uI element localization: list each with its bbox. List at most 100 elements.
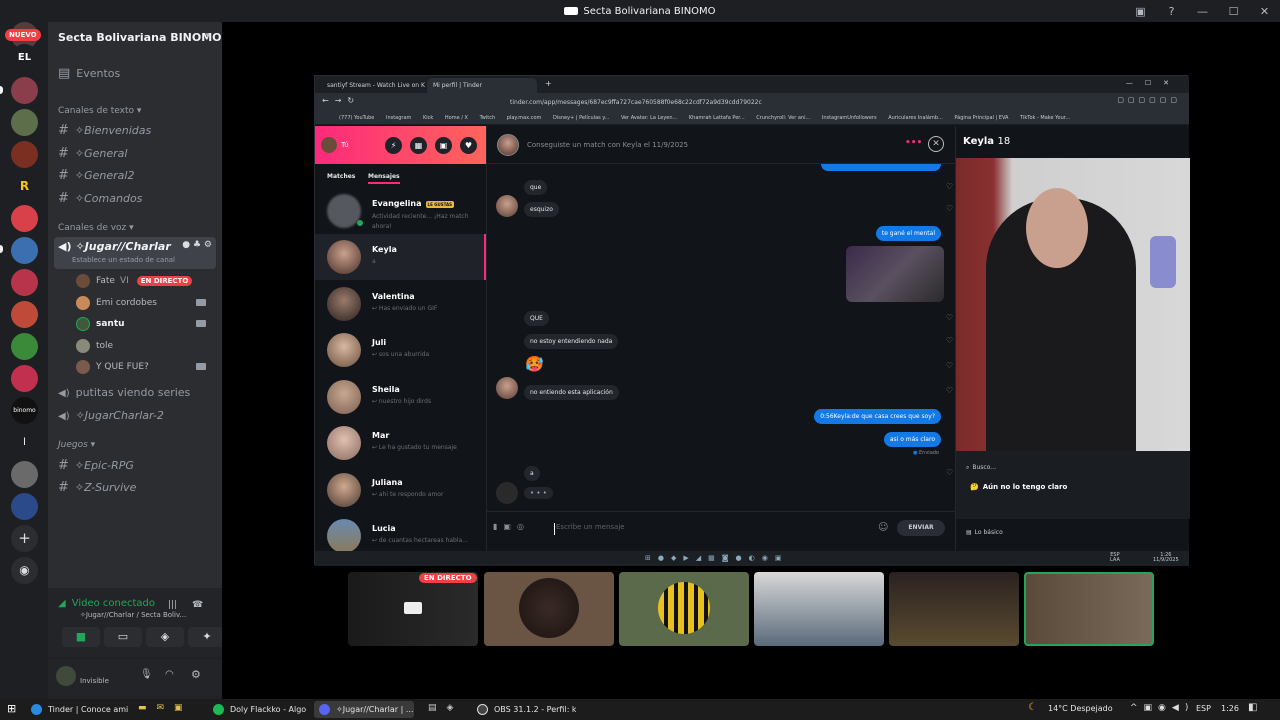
send-button[interactable]: ENVIAR xyxy=(897,520,945,536)
channel-epic-rpg[interactable]: # ✧Epic-RPG xyxy=(58,458,134,473)
explore-icon[interactable]: ▦ xyxy=(410,137,427,154)
server-binomo[interactable]: binomo xyxy=(11,397,38,424)
voice-channel[interactable]: ◀) putitas viendo series xyxy=(58,386,190,399)
activity-button[interactable]: ◈ xyxy=(146,627,184,647)
voice-channel-link[interactable]: ✧Jugar//Charlar / Secta Boliv... xyxy=(80,611,186,619)
games-category[interactable]: Juegos ▾ xyxy=(58,440,95,450)
bookmark[interactable]: Instagram xyxy=(386,115,411,121)
boost-icon[interactable]: ⚡ xyxy=(385,137,402,154)
browser-tab-active[interactable]: Mi perfil | Tinder xyxy=(427,78,537,93)
tab-matches[interactable]: Matches xyxy=(327,173,355,180)
conversation-item[interactable]: Sheila ↩ nuestro hijo dirds xyxy=(315,374,486,420)
server-icon[interactable] xyxy=(11,205,38,232)
language-indicator[interactable]: ESP xyxy=(1196,704,1211,713)
bookmark[interactable]: Kick xyxy=(423,115,433,121)
taskbar-item-obs[interactable]: OBS 31.1.2 - Perfil: ki... xyxy=(472,701,576,718)
events-link[interactable]: ▤ Eventos xyxy=(58,66,120,81)
match-avatar[interactable] xyxy=(497,134,519,156)
camera-button[interactable]: ■ xyxy=(62,627,100,647)
tray-icons[interactable]: ^▣◉◀) xyxy=(1130,703,1194,713)
new-tab-icon[interactable]: + xyxy=(545,79,552,88)
shield-icon[interactable]: ♥ xyxy=(460,137,477,154)
bookmark[interactable]: (777) YouTube xyxy=(339,115,374,121)
channel-comandos[interactable]: # ✧Comandos xyxy=(58,191,142,206)
bookmark[interactable]: InstagramUnfollowers xyxy=(822,115,877,121)
server-icon[interactable] xyxy=(11,237,38,264)
server-icon[interactable] xyxy=(11,269,38,296)
bookmark[interactable]: Khamrah Lattafa Per... xyxy=(689,115,745,121)
sent-gif[interactable] xyxy=(846,246,944,302)
taskbar-clock[interactable]: 1:26 xyxy=(1221,704,1239,713)
conversation-item[interactable]: Juliana ↩ ahi te respondo amor xyxy=(315,467,486,513)
channel-general2[interactable]: # ✧General2 xyxy=(58,168,134,183)
start-icon[interactable]: ⊞ xyxy=(7,702,16,715)
voice-user-fate[interactable]: Fate VI EN DIRECTO xyxy=(76,274,193,288)
video-tile-stream[interactable]: EN DIRECTO xyxy=(348,572,478,646)
profile-photo[interactable] xyxy=(956,158,1190,451)
url-field[interactable]: tinder.com/app/messages/687ec9ffa727cae7… xyxy=(510,97,930,108)
help-icon[interactable]: ? xyxy=(1156,5,1187,18)
pinned-icons[interactable]: ▤◈ xyxy=(428,703,463,713)
composer-tools[interactable]: ▮▣◎ xyxy=(493,522,530,531)
heart-icon[interactable]: ♡ xyxy=(946,361,953,370)
voice-channel[interactable]: ◀) ✧JugarCharlar-2 xyxy=(58,409,164,422)
soundboard-button[interactable]: ✦ xyxy=(188,627,226,647)
close-chat-icon[interactable]: ✕ xyxy=(928,136,944,152)
server-icon[interactable] xyxy=(11,301,38,328)
server-icon[interactable]: l xyxy=(11,429,38,456)
server-icon[interactable] xyxy=(11,365,38,392)
video-tile-camera-speaking[interactable] xyxy=(1024,572,1154,646)
noise-icon[interactable]: ||| xyxy=(168,600,177,610)
bookmark[interactable]: play.max.com xyxy=(507,115,542,121)
disconnect-icon[interactable]: ☎ xyxy=(192,600,203,610)
message-input[interactable]: Escribe un mensaje xyxy=(554,523,854,535)
heart-icon[interactable]: ♡ xyxy=(946,204,953,213)
video-tile-camera[interactable] xyxy=(889,572,1019,646)
voice-channel-actions[interactable]: ● ♣ ⚙ xyxy=(182,240,212,250)
server-icon[interactable] xyxy=(11,333,38,360)
emoji-icon[interactable]: ☺ xyxy=(878,522,888,533)
conversation-item[interactable]: Valentina ↩ Has enviado un GIF xyxy=(315,281,486,327)
pinned-icons[interactable]: ▬✉▣ xyxy=(138,703,193,713)
headphones-icon[interactable]: ◠ xyxy=(165,669,174,680)
text-category[interactable]: Canales de texto ▾ xyxy=(58,106,141,116)
chevron-down-icon[interactable]: ▾ xyxy=(205,31,210,41)
bookmark[interactable]: Disney+ | Películas y... xyxy=(553,115,609,121)
bookmark[interactable]: Página Principal | EVA xyxy=(954,115,1008,121)
channel-bienvenidas[interactable]: # ✧Bienvenidas xyxy=(58,123,151,138)
bookmark[interactable]: TikTok - Make Your... xyxy=(1020,115,1070,121)
bookmark[interactable]: Crunchyroll: Ver ani... xyxy=(756,115,810,121)
taskbar-item-discord[interactable]: ✧Jugar//Charlar | ... xyxy=(314,701,414,718)
server-icon[interactable] xyxy=(11,461,38,488)
minimize-button[interactable]: — xyxy=(1187,5,1218,18)
server-icon[interactable] xyxy=(11,141,38,168)
conversation-item[interactable]: Lucia ↩ de cuantas hectareas habla... xyxy=(315,513,486,551)
voice-user[interactable]: santu xyxy=(76,317,125,331)
voice-category[interactable]: Canales de voz ▾ xyxy=(58,223,134,233)
video-tile-camera[interactable] xyxy=(754,572,884,646)
taskbar-item-spotify[interactable]: Doly Flackko - Algo ... xyxy=(208,701,308,718)
heart-icon[interactable]: ♡ xyxy=(946,386,953,395)
more-options-icon[interactable]: ••• xyxy=(905,138,922,148)
channel-general[interactable]: # ✧General xyxy=(58,146,127,161)
my-avatar[interactable] xyxy=(321,137,337,153)
extension-icons[interactable]: ▢▢▢▢▢▢ xyxy=(1117,96,1181,104)
heart-icon[interactable]: ♡ xyxy=(946,182,953,191)
conversation-item[interactable]: Mar ↩ Le ha gustado tu mensaje xyxy=(315,420,486,466)
conversation-item[interactable]: Evangelina LE GUSTAS Actividad reciente..… xyxy=(315,188,486,234)
video-tile-user[interactable] xyxy=(619,572,749,646)
add-server-icon[interactable]: + xyxy=(11,525,38,552)
server-el[interactable]: EL xyxy=(11,44,38,71)
screen-share-button[interactable]: ▭ xyxy=(104,627,142,647)
notifications-icon[interactable]: ◧ xyxy=(1248,702,1257,713)
heart-icon[interactable]: ♡ xyxy=(946,336,953,345)
avatar[interactable] xyxy=(56,666,76,686)
conversation-item[interactable]: Juli ↩ sos una aburrida xyxy=(315,327,486,373)
heart-icon[interactable]: ♡ xyxy=(946,468,953,477)
channel-status[interactable]: Establece un estado de canal xyxy=(72,256,175,264)
voice-user[interactable]: Y QUE FUE? xyxy=(76,360,149,374)
channel-z-survive[interactable]: # ✧Z-Survive xyxy=(58,480,136,495)
bookmark[interactable]: Auriculares Inalámb... xyxy=(888,115,943,121)
bookmark[interactable]: Ver Avatar: La Leyen... xyxy=(621,115,677,121)
explore-icon[interactable]: ◉ xyxy=(11,557,38,584)
